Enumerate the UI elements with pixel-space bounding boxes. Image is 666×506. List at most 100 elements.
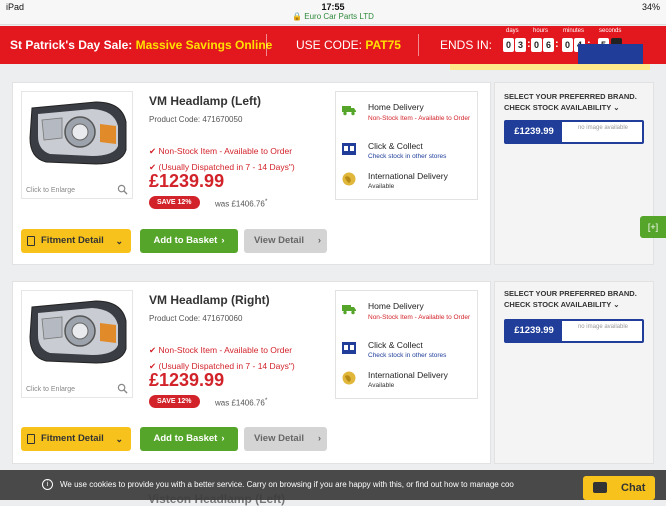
check-stock-dropdown[interactable]: CHECK STOCK AVAILABILITY ⌄ bbox=[504, 299, 637, 310]
clipboard-icon bbox=[27, 434, 35, 444]
stock-status: ✔ Non-Stock Item - Available to Order bbox=[149, 345, 292, 356]
chevron-right-icon: › bbox=[317, 433, 321, 444]
brand-option[interactable]: £1239.99 no image available bbox=[504, 319, 644, 343]
zoom-icon[interactable] bbox=[117, 184, 128, 195]
banner-divider bbox=[266, 34, 267, 56]
product-code: Product Code: 471670060 bbox=[149, 314, 243, 323]
sale-prefix: St Patrick's Day Sale: bbox=[10, 38, 133, 52]
zoom-icon[interactable] bbox=[117, 383, 128, 394]
countdown-digit: 6 bbox=[543, 38, 554, 52]
button-label: View Detail bbox=[254, 235, 304, 246]
brand-header-line: SELECT YOUR PREFERRED BRAND. bbox=[504, 289, 637, 298]
add-to-basket-button[interactable]: Add to Basket › bbox=[140, 427, 238, 451]
check-stock-dropdown[interactable]: CHECK STOCK AVAILABILITY ⌄ bbox=[504, 102, 637, 113]
was-price-text: was £1406.76 bbox=[215, 398, 265, 408]
brand-price: £1239.99 bbox=[506, 122, 562, 142]
store-icon bbox=[342, 143, 356, 155]
check-stores-link[interactable]: Check stock in other stores bbox=[368, 153, 446, 160]
brand-header: SELECT YOUR PREFERRED BRAND. CHECK STOCK… bbox=[504, 288, 637, 310]
countdown-digit: 3 bbox=[515, 38, 526, 52]
code-prefix: USE CODE: bbox=[296, 38, 363, 52]
countdown-unit: days bbox=[506, 28, 519, 34]
product-name[interactable]: VM Headlamp (Right) bbox=[149, 293, 270, 307]
info-icon: i bbox=[42, 479, 53, 490]
delivery-title: Home Delivery bbox=[368, 301, 424, 311]
brand-selector: SELECT YOUR PREFERRED BRAND. CHECK STOCK… bbox=[494, 281, 654, 464]
countdown-unit: hours bbox=[533, 28, 549, 34]
stock-status: ✔ Non-Stock Item - Available to Order bbox=[149, 146, 292, 157]
was-price: was £1406.76* bbox=[215, 397, 268, 408]
stock-line: Non-Stock Item - Available to Order bbox=[158, 345, 293, 355]
check-stores-link[interactable]: Check stock in other stores bbox=[368, 352, 446, 359]
banner-divider bbox=[418, 34, 419, 56]
button-label: Add to Basket bbox=[153, 235, 218, 246]
cookie-message: We use cookies to provide you with a bet… bbox=[60, 480, 514, 489]
url-text: Euro Car Parts LTD bbox=[304, 12, 374, 21]
chat-bubble-icon bbox=[593, 482, 607, 493]
save-badge: SAVE 12% bbox=[149, 395, 200, 408]
delivery-title: Home Delivery bbox=[368, 102, 424, 112]
chevron-down-icon: ⌄ bbox=[613, 300, 620, 309]
header-strip bbox=[450, 64, 650, 70]
delivery-options: Home Delivery Non-Stock Item - Available… bbox=[335, 91, 478, 200]
button-label: View Detail bbox=[254, 433, 304, 444]
click-to-enlarge[interactable]: Click to Enlarge bbox=[26, 187, 75, 194]
globe-icon bbox=[342, 371, 356, 385]
was-price-text: was £1406.76 bbox=[215, 199, 265, 209]
product-price: £1239.99 bbox=[149, 370, 225, 390]
truck-icon bbox=[342, 305, 356, 315]
click-collect-title[interactable]: Click & Collect bbox=[368, 340, 423, 350]
chevron-right-icon: › bbox=[317, 235, 321, 246]
countdown-digit: 0 bbox=[503, 38, 514, 52]
brand-header-line: CHECK STOCK AVAILABILITY bbox=[504, 103, 612, 112]
chat-label: Chat bbox=[621, 482, 646, 494]
promo-banner: St Patrick's Day Sale: Massive Savings O… bbox=[0, 26, 666, 64]
no-image-placeholder: no image available bbox=[577, 125, 629, 131]
was-price: was £1406.76* bbox=[215, 198, 268, 209]
click-to-enlarge[interactable]: Click to Enlarge bbox=[26, 386, 75, 393]
product-price: £1239.99 bbox=[149, 171, 225, 191]
battery-level: 34% bbox=[641, 2, 660, 12]
brand-header: SELECT YOUR PREFERRED BRAND. CHECK STOCK… bbox=[504, 91, 637, 113]
globe-icon bbox=[342, 172, 356, 186]
headlamp-image bbox=[29, 101, 127, 165]
delivery-sub: Non-Stock Item - Available to Order bbox=[368, 314, 471, 321]
countdown-label: ENDS IN: bbox=[440, 38, 493, 52]
expand-side-tab[interactable]: [+] bbox=[640, 216, 666, 238]
countdown-colon: : bbox=[555, 38, 559, 50]
click-collect-title[interactable]: Click & Collect bbox=[368, 141, 423, 151]
truck-icon bbox=[342, 106, 356, 116]
product-code: Product Code: 471670050 bbox=[149, 115, 243, 124]
store-icon bbox=[342, 342, 356, 354]
brand-option[interactable]: £1239.99 no image available bbox=[504, 120, 644, 144]
stock-line: Non-Stock Item - Available to Order bbox=[158, 146, 293, 156]
product-name[interactable]: VM Headlamp (Left) bbox=[149, 94, 261, 108]
code-value: PAT75 bbox=[365, 38, 401, 52]
button-label: Fitment Detail bbox=[41, 433, 104, 444]
add-to-basket-button[interactable]: Add to Basket › bbox=[140, 229, 238, 253]
brand-price: £1239.99 bbox=[506, 321, 562, 341]
button-label: Fitment Detail bbox=[41, 235, 104, 246]
fitment-detail-button[interactable]: Fitment Detail ⌄ bbox=[21, 427, 131, 451]
fitment-detail-button[interactable]: Fitment Detail ⌄ bbox=[21, 229, 131, 253]
product-card: Click to Enlarge VM Headlamp (Left) Prod… bbox=[12, 82, 491, 265]
clipboard-icon bbox=[27, 236, 35, 246]
chevron-down-icon: ⌄ bbox=[115, 434, 123, 444]
product-image[interactable]: Click to Enlarge bbox=[21, 290, 133, 398]
header-button[interactable] bbox=[578, 44, 643, 66]
chevron-down-icon: ⌄ bbox=[115, 236, 123, 246]
view-detail-button[interactable]: View Detail › bbox=[244, 427, 327, 451]
brand-selector: SELECT YOUR PREFERRED BRAND. CHECK STOCK… bbox=[494, 82, 654, 265]
product-image[interactable]: Click to Enlarge bbox=[21, 91, 133, 199]
international-title: International Delivery bbox=[368, 171, 448, 181]
brand-header-line: SELECT YOUR PREFERRED BRAND. bbox=[504, 92, 637, 101]
sale-highlight: Massive Savings Online bbox=[135, 38, 273, 52]
lock-icon: 🔒 bbox=[292, 12, 303, 21]
chat-button[interactable]: Chat bbox=[583, 476, 655, 500]
url-bar[interactable]: 🔒 Euro Car Parts LTD bbox=[0, 12, 666, 25]
brand-header-line: CHECK STOCK AVAILABILITY bbox=[504, 300, 612, 309]
view-detail-button[interactable]: View Detail › bbox=[244, 229, 327, 253]
chevron-right-icon: › bbox=[221, 433, 225, 444]
countdown-digit: 0 bbox=[531, 38, 542, 52]
countdown-digit: 0 bbox=[562, 38, 573, 52]
